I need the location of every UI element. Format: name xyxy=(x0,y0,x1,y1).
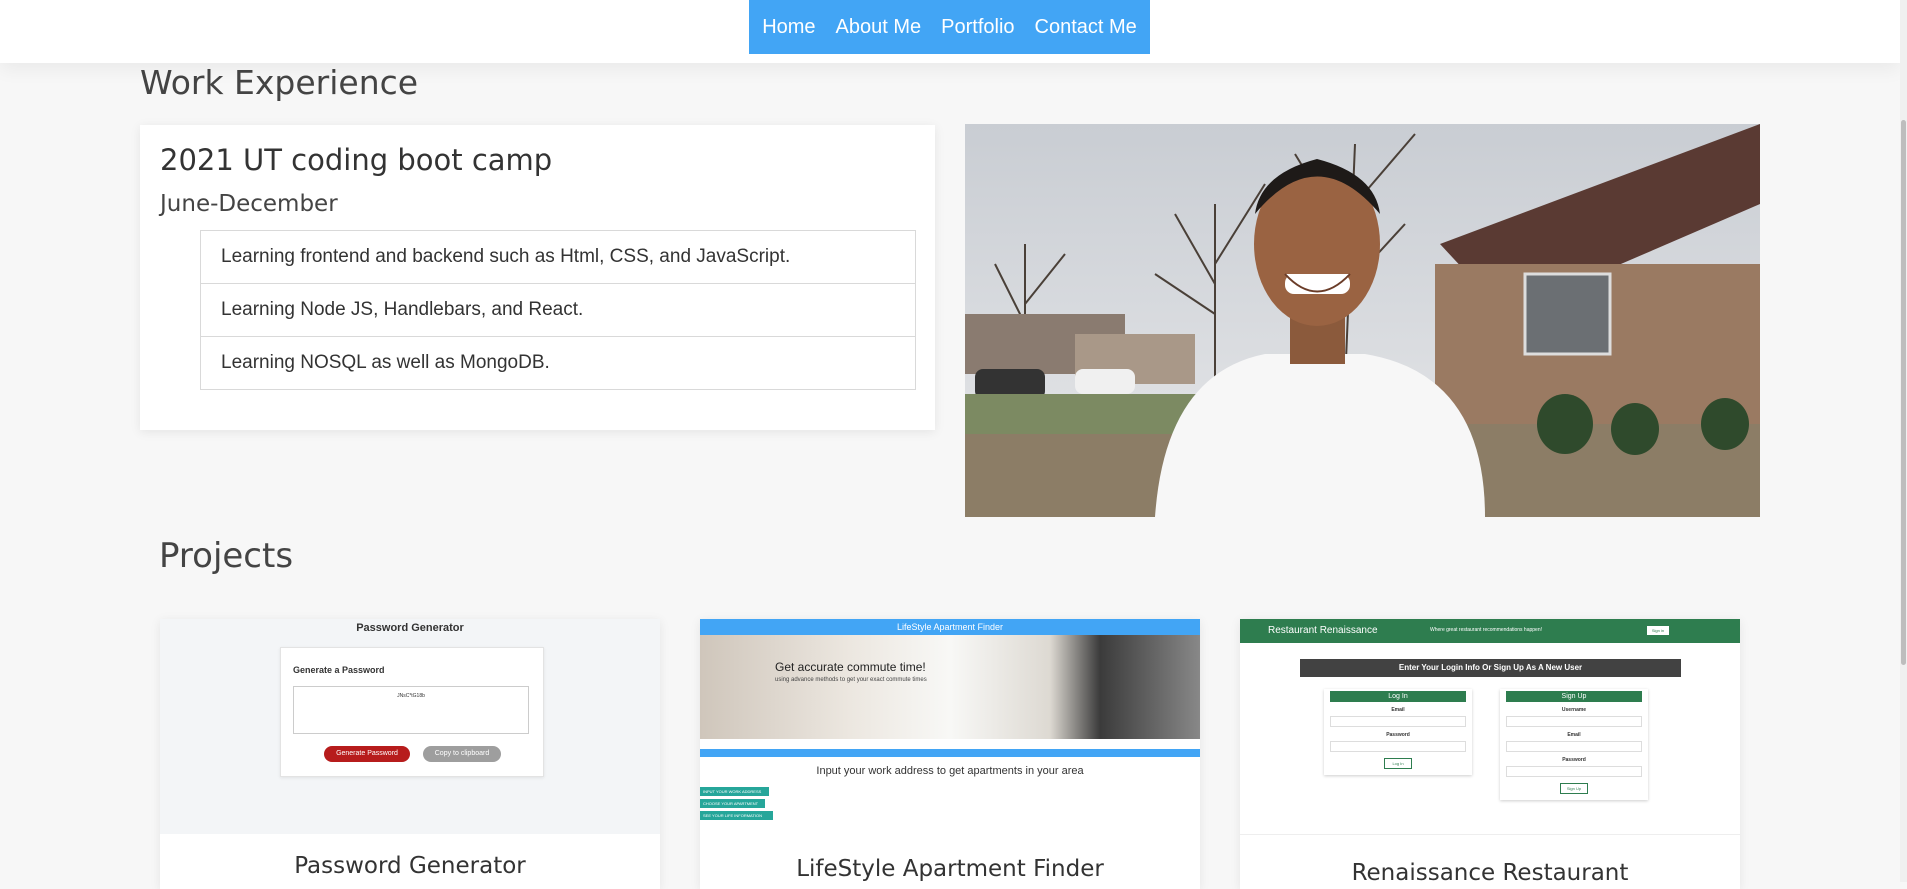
nav-portfolio-link[interactable]: Portfolio xyxy=(931,16,1024,39)
thumb-label: Email xyxy=(1567,732,1581,738)
scrollbar-thumb[interactable] xyxy=(1901,120,1906,665)
thumb-hero-image: Get accurate commute time! using advance… xyxy=(700,635,1200,739)
nav-contact-link[interactable]: Contact Me xyxy=(1025,16,1147,39)
project-thumbnail[interactable]: LifeStyle Apartment Finder Get accurate … xyxy=(700,619,1200,834)
thumb-step-chip: INPUT YOUR WORK ADDRESS xyxy=(700,787,769,796)
thumb-signup-header: Sign Up xyxy=(1506,691,1642,702)
experience-item: Learning NOSQL as well as MongoDB. xyxy=(201,336,915,389)
page-scrollbar[interactable] xyxy=(1900,0,1907,882)
thumb-box-heading: Generate a Password xyxy=(293,665,385,675)
experience-list: Learning frontend and backend such as Ht… xyxy=(200,230,916,390)
thumb-input xyxy=(1506,716,1642,727)
thumb-label: Email xyxy=(1391,707,1405,713)
thumb-divider xyxy=(1240,834,1740,835)
thumb-label: Username xyxy=(1561,707,1587,713)
experience-period: June-December xyxy=(160,191,338,217)
thumb-password-output: JNsC*tG18b xyxy=(293,686,529,734)
thumb-label: Password xyxy=(1562,757,1586,763)
project-card-renaissance-restaurant[interactable]: Restaurant Renaissance Where great resta… xyxy=(1240,619,1740,889)
project-card-password-generator[interactable]: Password Generator Generate a Password J… xyxy=(160,619,660,889)
project-thumbnail[interactable]: Password Generator Generate a Password J… xyxy=(160,619,660,834)
thumb-signup-form: Sign Up Username Email Password Sign Up xyxy=(1500,689,1648,800)
thumb-input xyxy=(1506,766,1642,777)
nav-about-link[interactable]: About Me xyxy=(826,16,932,39)
main-nav: Home About Me Portfolio Contact Me xyxy=(749,0,1150,54)
thumb-signup-button: Sign Up xyxy=(1560,783,1588,794)
projects-heading: Projects xyxy=(159,536,294,576)
thumb-hero-text: Get accurate commute time! xyxy=(775,660,926,674)
profile-photo xyxy=(965,124,1760,517)
experience-card: 2021 UT coding boot camp June-December L… xyxy=(140,125,935,430)
thumb-input xyxy=(1506,741,1642,752)
project-thumbnail[interactable]: Restaurant Renaissance Where great resta… xyxy=(1240,619,1740,835)
thumb-sign-in: Sign in xyxy=(1647,626,1669,635)
thumb-input-text: Input your work address to get apartment… xyxy=(816,765,1084,777)
thumb-generate-button: Generate Password xyxy=(324,746,410,762)
thumb-generator-box: Generate a Password JNsC*tG18b Generate … xyxy=(280,647,544,777)
nav-home-link[interactable]: Home xyxy=(752,16,825,39)
experience-title: 2021 UT coding boot camp xyxy=(160,143,553,177)
thumb-login-button: Log In xyxy=(1384,758,1412,769)
experience-item: Learning frontend and backend such as Ht… xyxy=(221,246,791,267)
thumb-step-chip: SEE YOUR LIFE INFORMATION xyxy=(700,811,773,820)
thumb-tagline: Where great restaurant recommendations h… xyxy=(1430,627,1543,633)
thumb-input xyxy=(1330,741,1466,752)
thumb-header: Password Generator xyxy=(356,622,464,634)
thumb-brand: Restaurant Renaissance xyxy=(1268,625,1378,636)
thumb-login-header: Log In xyxy=(1330,691,1466,702)
top-navbar: Home About Me Portfolio Contact Me xyxy=(0,0,1900,63)
experience-item: Learning Node JS, Handlebars, and React. xyxy=(201,283,915,336)
thumb-input xyxy=(1330,716,1466,727)
thumb-header: LifeStyle Apartment Finder xyxy=(700,619,1200,635)
thumb-divider xyxy=(700,749,1200,757)
thumb-login-form: Log In Email Password Log In xyxy=(1324,689,1472,775)
project-title[interactable]: LifeStyle Apartment Finder xyxy=(700,856,1200,882)
project-card-lifestyle-apartment-finder[interactable]: LifeStyle Apartment Finder Get accurate … xyxy=(700,619,1200,889)
thumb-copy-button: Copy to clipboard xyxy=(423,746,501,762)
thumb-step-chip: CHOOSE YOUR APARTMENT xyxy=(700,799,765,808)
thumb-header: Restaurant Renaissance Where great resta… xyxy=(1240,619,1740,643)
thumb-banner: Enter Your Login Info Or Sign Up As A Ne… xyxy=(1300,659,1681,677)
project-title[interactable]: Renaissance Restaurant xyxy=(1240,860,1740,886)
work-experience-heading: Work Experience xyxy=(140,63,419,102)
thumb-label: Password xyxy=(1386,732,1410,738)
project-title[interactable]: Password Generator xyxy=(160,853,660,879)
thumb-hero-subtext: using advance methods to get your exact … xyxy=(775,677,927,683)
